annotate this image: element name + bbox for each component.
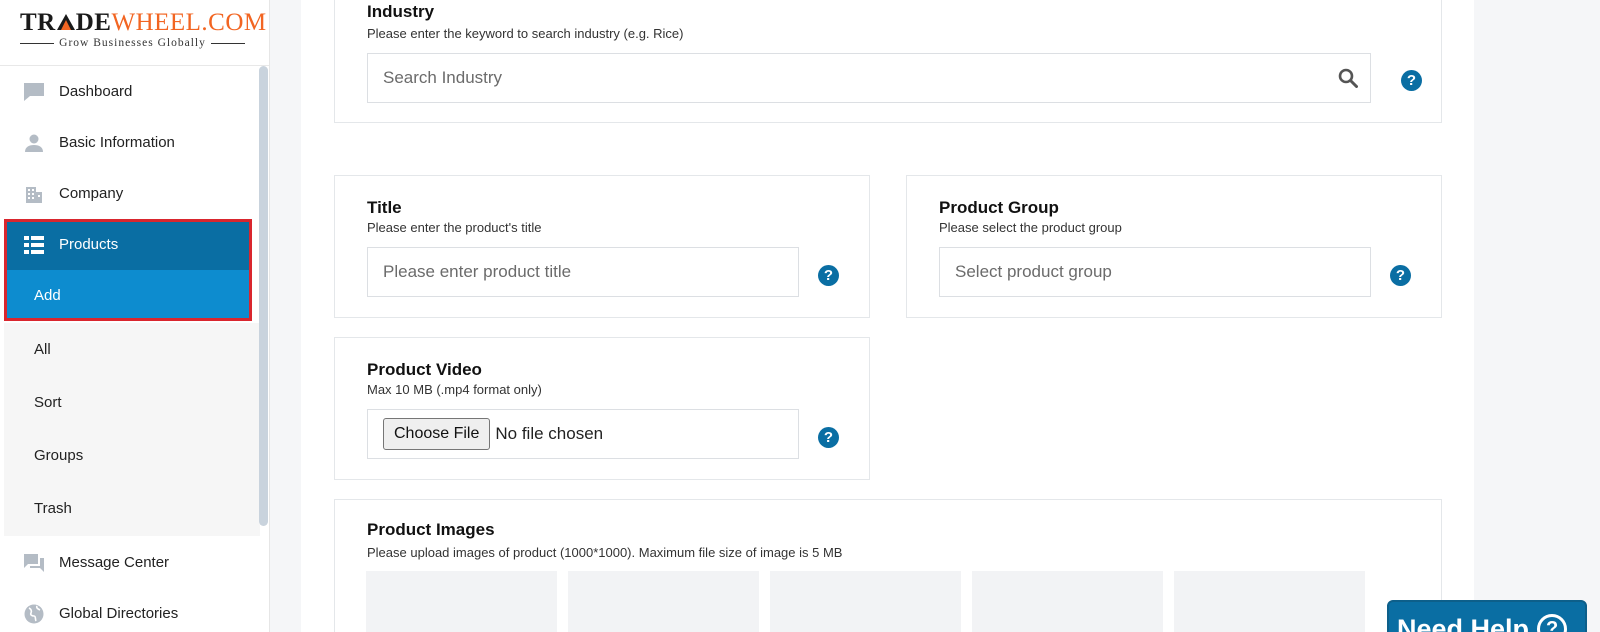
logo-tagline: Grow Businesses Globally (20, 37, 246, 49)
sidebar-item-global-directories[interactable]: Global Directories (0, 588, 270, 632)
title-label: Title (367, 198, 402, 217)
product-video-help-icon[interactable]: ? (818, 427, 839, 448)
question-circle-icon: ? (1537, 614, 1568, 632)
product-group-card: Product Group Please select the product … (906, 175, 1442, 318)
logo-text-2: DE (75, 9, 112, 36)
product-images-desc: Please upload images of product (1000*10… (367, 545, 843, 560)
title-card: Title Please enter the product's title P… (334, 175, 870, 318)
products-submenu: All Sort Groups Trash (4, 323, 260, 536)
product-group-label: Product Group (939, 198, 1059, 217)
sidebar-item-company[interactable]: Company (0, 168, 270, 219)
title-desc: Please enter the product's title (367, 220, 542, 235)
tradewheel-logo[interactable]: TR DEWHEEL.COM Grow Businesses Globally (0, 0, 269, 66)
sidebar-item-dashboard[interactable]: Dashboard (0, 66, 270, 117)
product-video-file-input[interactable]: Choose File No file chosen (367, 409, 799, 459)
industry-placeholder: Search Industry (383, 68, 503, 87)
product-group-placeholder: Select product group (955, 262, 1112, 281)
sidebar-item-label: Message Center (59, 554, 170, 571)
product-video-card: Product Video Max 10 MB (.mp4 format onl… (334, 337, 870, 480)
industry-desc: Please enter the keyword to search indus… (367, 26, 684, 41)
logo-text-3: WHEEL.COM (111, 9, 267, 36)
products-highlight-frame (4, 219, 252, 321)
product-video-label: Product Video (367, 360, 482, 379)
sidebar-item-message-center[interactable]: Message Center (0, 537, 270, 588)
sidebar-subitem-label: All (34, 341, 51, 358)
search-icon[interactable] (1338, 68, 1358, 93)
person-icon (23, 132, 45, 154)
product-images-label: Product Images (367, 520, 495, 539)
industry-card: Industry Please enter the keyword to sea… (334, 0, 1442, 123)
industry-search-input[interactable]: Search Industry (367, 53, 1371, 103)
logo-text-1: TR (20, 9, 56, 36)
globe-icon (23, 603, 45, 625)
image-upload-slot[interactable] (366, 571, 557, 632)
messages-icon (23, 552, 45, 574)
sidebar-item-label: Dashboard (59, 83, 133, 100)
chat-bubble-icon (23, 81, 45, 103)
title-help-icon[interactable]: ? (818, 265, 839, 286)
product-title-input[interactable]: Please enter product title (367, 247, 799, 297)
sidebar-subitem-groups[interactable]: Groups (4, 429, 260, 482)
product-group-select[interactable]: Select product group (939, 247, 1371, 297)
sidebar-subitem-sort[interactable]: Sort (4, 376, 260, 429)
main-content: Industry Please enter the keyword to sea… (301, 0, 1474, 632)
sidebar-item-label: Global Directories (59, 605, 179, 622)
title-placeholder: Please enter product title (383, 262, 572, 281)
image-upload-slot[interactable] (770, 571, 961, 632)
image-upload-slot[interactable] (568, 571, 759, 632)
sidebar-subitem-label: Trash (34, 500, 72, 517)
industry-help-icon[interactable]: ? (1401, 70, 1422, 91)
sidebar-nav: Dashboard Basic Information Company (0, 66, 270, 219)
sidebar: TR DEWHEEL.COM Grow Businesses Globally D… (0, 0, 270, 632)
file-status: No file chosen (495, 424, 604, 443)
product-group-desc: Please select the product group (939, 220, 1122, 235)
sidebar-subitem-label: Groups (34, 447, 84, 464)
sidebar-scrollbar[interactable] (259, 66, 268, 526)
product-group-help-icon[interactable]: ? (1390, 265, 1411, 286)
need-help-button[interactable]: Need Help ? (1387, 600, 1587, 632)
choose-file-button[interactable]: Choose File (383, 418, 491, 450)
sidebar-subitem-all[interactable]: All (4, 323, 260, 376)
sidebar-nav-bottom: Message Center Global Directories (0, 537, 270, 632)
need-help-label: Need Help (1397, 614, 1530, 632)
sidebar-subitem-label: Sort (34, 394, 62, 411)
building-icon (23, 183, 45, 205)
sidebar-item-label: Basic Information (59, 134, 175, 151)
sidebar-item-basic-information[interactable]: Basic Information (0, 117, 270, 168)
logo-a-triangle (56, 9, 76, 36)
image-upload-slot[interactable] (972, 571, 1163, 632)
industry-title: Industry (367, 2, 435, 21)
sidebar-subitem-trash[interactable]: Trash (4, 482, 260, 535)
image-upload-slot[interactable] (1174, 571, 1365, 632)
product-video-desc: Max 10 MB (.mp4 format only) (367, 382, 542, 397)
sidebar-item-label: Company (59, 185, 124, 202)
